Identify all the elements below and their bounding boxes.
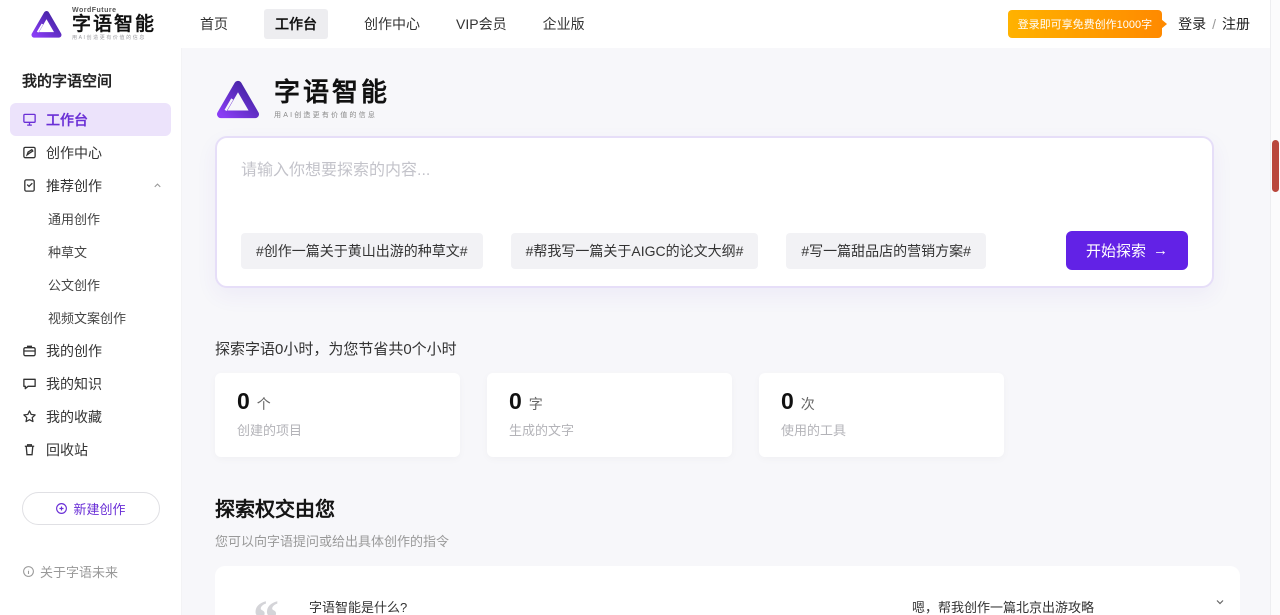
suggestion-chip-dessert[interactable]: #写一篇甜品店的营销方案# [786,233,986,269]
stat-label: 创建的项目 [237,420,438,439]
trash-icon [22,442,37,457]
stat-unit: 次 [801,394,815,414]
stat-value-row: 0 字 [509,388,710,415]
section-subtitle: 您可以向字语提问或给出具体创作的指令 [215,531,1280,550]
document-check-icon [22,178,37,193]
sidebar-subitem-video-copy[interactable]: 视频文案创作 [0,301,181,334]
suggestion-chip-aigc[interactable]: #帮我写一篇关于AIGC的论文大纲# [511,233,759,269]
stat-unit: 字 [529,394,543,414]
sidebar-item-label: 我的收藏 [46,407,102,427]
stats-summary-line: 探索字语0小时，为您节省共0个小时 [215,338,1280,359]
chevron-down-icon[interactable] [1214,596,1226,608]
sidebar-item-workspace[interactable]: 工作台 [10,103,171,136]
hero-tagline: 用AI创造更有价值的信息 [274,110,390,120]
new-creation-button[interactable]: 新建创作 [22,492,160,525]
login-promo-badge[interactable]: 登录即可享免费创作1000字 [1008,10,1162,38]
main-nav: 首页 工作台 创作中心 VIP会员 企业版 [200,9,585,39]
sidebar: 我的字语空间 工作台 创作中心 推荐创作 通用创作 种草文 公文创作 视频文案创… [0,48,182,615]
stat-value-row: 0 个 [237,388,438,415]
start-explore-button[interactable]: 开始探索 → [1066,231,1188,270]
stat-label: 使用的工具 [781,420,982,439]
nav-item-vip[interactable]: VIP会员 [456,14,507,34]
section-title: 探索权交由您 [215,493,1280,522]
nav-item-enterprise[interactable]: 企业版 [543,14,585,34]
register-link[interactable]: 注册 [1222,14,1250,34]
nav-item-home[interactable]: 首页 [200,14,228,34]
sidebar-item-my-works[interactable]: 我的创作 [10,334,171,367]
start-explore-label: 开始探索 [1086,240,1146,261]
sidebar-item-label: 推荐创作 [46,176,102,196]
stats-row: 0 个 创建的项目 0 字 生成的文字 0 次 使用的工具 [215,373,1214,457]
example-prompt-card: “ 字语智能是什么? 嗯，帮我创作一篇北京出游攻略 [215,566,1240,615]
auth-separator: / [1212,16,1216,32]
edit-screen-icon [22,145,37,160]
example-answer[interactable]: 嗯，帮我创作一篇北京出游攻略 [912,597,1094,615]
sidebar-item-my-knowledge[interactable]: 我的知识 [10,367,171,400]
sidebar-item-trash[interactable]: 回收站 [10,433,171,466]
scrollbar-track[interactable] [1270,0,1280,615]
logo-icon-large [215,78,261,120]
search-suggestions-row: #创作一篇关于黄山出游的种草文# #帮我写一篇关于AIGC的论文大纲# #写一篇… [241,231,1188,270]
example-question[interactable]: 字语智能是什么? [309,597,407,615]
sidebar-item-label: 工作台 [46,110,88,130]
briefcase-icon [22,343,37,358]
main-content: 字语智能 用AI创造更有价值的信息 #创作一篇关于黄山出游的种草文# #帮我写一… [182,48,1280,615]
explore-section-header: 探索权交由您 您可以向字语提问或给出具体创作的指令 [215,493,1280,550]
brand-slogan: 用AI创造更有价值的信息 [72,36,156,41]
logo-icon [30,9,63,39]
auth-links: 登录 / 注册 [1178,14,1250,34]
sidebar-title: 我的字语空间 [22,70,181,91]
sidebar-item-recommended[interactable]: 推荐创作 [10,169,171,202]
suggestion-chip-huangshan[interactable]: #创作一篇关于黄山出游的种草文# [241,233,483,269]
stat-value-row: 0 次 [781,388,982,415]
brand-name: 字语智能 [72,15,156,34]
arrow-right-icon: → [1153,242,1168,259]
stat-card-tools: 0 次 使用的工具 [759,373,1004,457]
stat-value: 0 [237,388,250,415]
chevron-up-icon[interactable] [152,180,163,191]
search-input[interactable] [241,156,1188,231]
stat-card-projects: 0 个 创建的项目 [215,373,460,457]
search-card: #创作一篇关于黄山出游的种草文# #帮我写一篇关于AIGC的论文大纲# #写一篇… [215,136,1214,288]
sidebar-item-label: 创作中心 [46,143,102,163]
nav-item-creation-center[interactable]: 创作中心 [364,14,420,34]
stat-label: 生成的文字 [509,420,710,439]
hero-title: 字语智能 [274,78,390,107]
sidebar-subitem-official-doc[interactable]: 公文创作 [0,268,181,301]
stat-value: 0 [781,388,794,415]
hero-brand: 字语智能 用AI创造更有价值的信息 [215,78,1280,120]
stat-card-words: 0 字 生成的文字 [487,373,732,457]
plus-circle-icon [55,502,68,515]
sidebar-subitem-general[interactable]: 通用创作 [0,202,181,235]
sidebar-item-creation-center[interactable]: 创作中心 [10,136,171,169]
stat-value: 0 [509,388,522,415]
sidebar-item-label: 回收站 [46,440,88,460]
login-link[interactable]: 登录 [1178,14,1206,34]
hero-text: 字语智能 用AI创造更有价值的信息 [274,78,390,120]
sidebar-item-favorites[interactable]: 我的收藏 [10,400,171,433]
brand-logo[interactable]: WordFuture 字语智能 用AI创造更有价值的信息 [30,7,156,41]
top-navbar: WordFuture 字语智能 用AI创造更有价值的信息 首页 工作台 创作中心… [0,0,1280,48]
sidebar-item-label: 我的知识 [46,374,102,394]
brand-superscript: WordFuture [72,7,156,14]
sidebar-subitem-seeding-article[interactable]: 种草文 [0,235,181,268]
star-icon [22,409,37,424]
info-circle-icon [22,565,35,578]
about-label: 关于字语未来 [40,562,118,581]
nav-item-workspace[interactable]: 工作台 [264,9,328,39]
chat-bubble-icon [22,376,37,391]
new-creation-label: 新建创作 [73,499,125,518]
about-link[interactable]: 关于字语未来 [22,562,118,581]
nav-right: 登录即可享免费创作1000字 登录 / 注册 [1008,10,1250,38]
monitor-icon [22,112,37,127]
brand-text: WordFuture 字语智能 用AI创造更有价值的信息 [72,7,156,41]
stat-unit: 个 [257,394,271,414]
sidebar-item-label: 我的创作 [46,341,102,361]
scrollbar-thumb[interactable] [1272,140,1279,192]
